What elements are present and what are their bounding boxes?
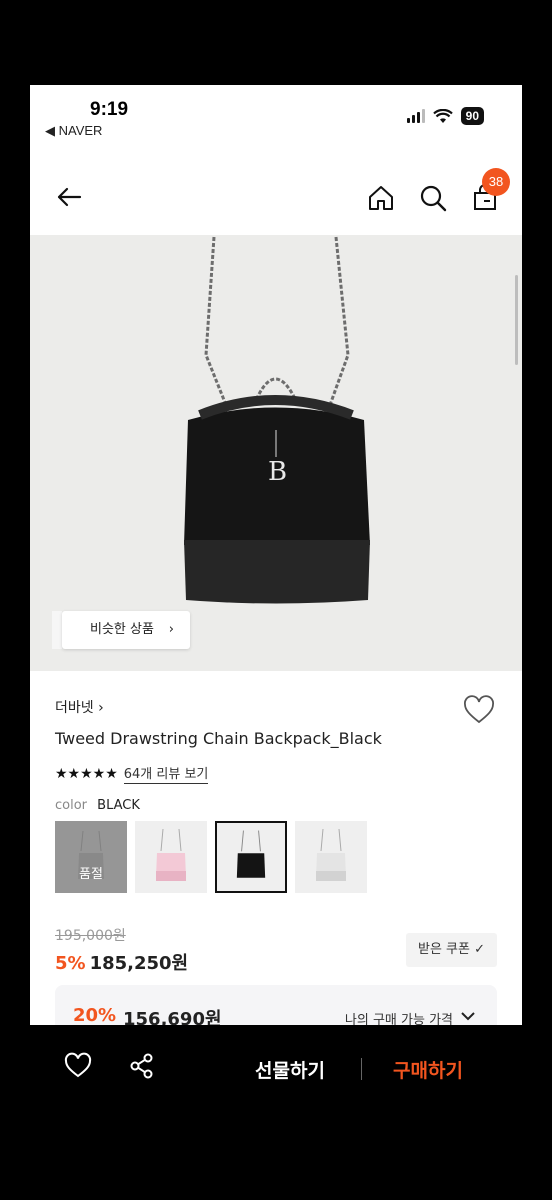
color-swatch-white[interactable] bbox=[295, 821, 367, 893]
similar-thumb bbox=[52, 611, 62, 649]
color-swatch-black[interactable] bbox=[215, 821, 287, 893]
backpack-image: B bbox=[184, 236, 370, 604]
cart-count-badge: 38 bbox=[482, 168, 510, 196]
color-option-line: color BLACK bbox=[55, 798, 140, 813]
review-link[interactable]: 64개 리뷰 보기 bbox=[123, 763, 209, 784]
divider bbox=[361, 1058, 362, 1080]
original-price: 195,000원 bbox=[55, 928, 126, 944]
status-time: 9:19 bbox=[90, 99, 129, 120]
color-swatch-pink[interactable] bbox=[135, 821, 207, 893]
sale-price-line: 5% 185,250원 bbox=[55, 949, 188, 975]
buy-button[interactable]: 구매하기 bbox=[393, 1056, 463, 1083]
star-rating: ★★★★★ bbox=[55, 765, 118, 782]
swatch-bag-image bbox=[316, 828, 346, 881]
rating-row: ★★★★★ 64개 리뷰 보기 bbox=[55, 763, 209, 784]
svg-text:B: B bbox=[268, 457, 287, 487]
swatch-bag-image bbox=[236, 830, 266, 878]
swatch-bag-image bbox=[156, 828, 186, 881]
my-price-label: 나의 구매 가능 가격 bbox=[344, 1013, 453, 1025]
coupon-discount-rate: 20% bbox=[73, 1005, 117, 1025]
home-icon[interactable] bbox=[366, 183, 396, 213]
color-value: BLACK bbox=[97, 798, 140, 813]
product-name: Tweed Drawstring Chain Backpack_Black bbox=[55, 729, 382, 748]
chevron-right-icon: › bbox=[168, 622, 174, 637]
received-coupon-button[interactable]: 받은 쿠폰 ✓ bbox=[406, 933, 497, 967]
app-screen: 9:19 ◀ NAVER 90 38 B 비슷한 상품 › 더바넷 › Twee… bbox=[30, 85, 522, 1025]
battery-indicator: 90 bbox=[460, 107, 484, 125]
share-icon[interactable] bbox=[127, 1051, 157, 1081]
image-scrollbar[interactable] bbox=[515, 275, 518, 365]
product-image[interactable]: B 비슷한 상품 › bbox=[30, 235, 522, 671]
back-arrow-icon[interactable] bbox=[54, 182, 84, 212]
wifi-icon bbox=[432, 108, 453, 123]
sale-price: 185,250원 bbox=[89, 953, 189, 974]
brand-link[interactable]: 더바넷 › bbox=[55, 697, 104, 717]
discount-rate: 5% bbox=[55, 953, 86, 974]
chevron-down-icon bbox=[461, 1012, 475, 1021]
bottom-action-bar: 선물하기 구매하기 bbox=[0, 1025, 552, 1200]
coupon-price: 156,690원 bbox=[123, 1009, 222, 1025]
gift-button[interactable]: 선물하기 bbox=[255, 1056, 325, 1083]
soldout-label: 품절 bbox=[55, 821, 127, 893]
coupon-price-box[interactable]: 20% 156,690원 나의 구매 가능 가격 bbox=[55, 985, 497, 1025]
wishlist-heart-icon[interactable] bbox=[462, 695, 496, 725]
status-indicators: 90 bbox=[406, 107, 484, 125]
color-label: color bbox=[55, 798, 88, 813]
similar-products-button[interactable]: 비슷한 상품 › bbox=[62, 611, 190, 649]
back-to-app-link[interactable]: ◀ NAVER bbox=[45, 123, 102, 139]
heart-icon[interactable] bbox=[63, 1051, 93, 1081]
search-icon[interactable] bbox=[418, 183, 448, 213]
color-swatches: 품절 bbox=[55, 821, 367, 893]
color-swatch-grey[interactable]: 품절 bbox=[55, 821, 127, 893]
cellular-signal-icon bbox=[406, 109, 425, 123]
similar-products-label: 비슷한 상품 bbox=[90, 622, 154, 637]
